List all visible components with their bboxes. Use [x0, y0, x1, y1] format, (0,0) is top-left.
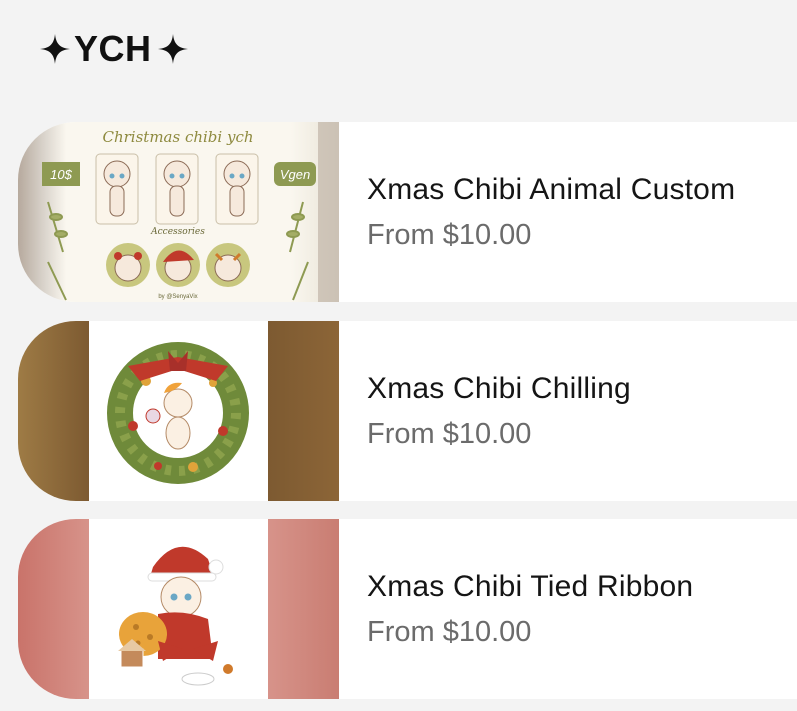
thumb-subheading: Accessories: [150, 227, 205, 237]
christmas-ych-preview-image: Christmas chibi ych 10$ Vgen Accessories: [18, 122, 339, 302]
thumb-price-tag: 10$: [50, 167, 72, 182]
four-point-star-icon: [157, 34, 188, 64]
wreath-chibi-preview-image: [18, 321, 339, 501]
product-card-chilling[interactable]: Xmas Chibi Chilling From $10.00: [18, 321, 797, 501]
product-name[interactable]: Xmas Chibi Chilling: [367, 372, 797, 406]
product-price: From $10.00: [367, 417, 532, 450]
product-name[interactable]: Xmas Chibi Tied Ribbon: [367, 570, 797, 604]
four-point-star-icon: [40, 34, 70, 64]
product-card-tied-ribbon[interactable]: Xmas Chibi Tied Ribbon From $10.00: [18, 519, 797, 699]
product-card-animal-custom[interactable]: Christmas chibi ych 10$ Vgen Accessories: [18, 122, 797, 302]
product-price: From $10.00: [367, 218, 532, 251]
thumb-credit: by @SenyaVix: [158, 294, 197, 300]
thumb-vgen-tag: Vgen: [280, 167, 310, 182]
ribbon-chibi-preview-image: [18, 519, 339, 699]
product-thumbnail[interactable]: [18, 321, 339, 501]
product-name[interactable]: Xmas Chibi Animal Custom: [367, 173, 797, 207]
section-title: YCH: [74, 28, 152, 69]
section-header: YCH: [38, 28, 190, 70]
thumb-heading: Christmas chibi ych: [102, 128, 253, 146]
product-thumbnail[interactable]: Christmas chibi ych 10$ Vgen Accessories: [18, 122, 339, 302]
product-price: From $10.00: [367, 615, 532, 648]
product-thumbnail[interactable]: [18, 519, 339, 699]
